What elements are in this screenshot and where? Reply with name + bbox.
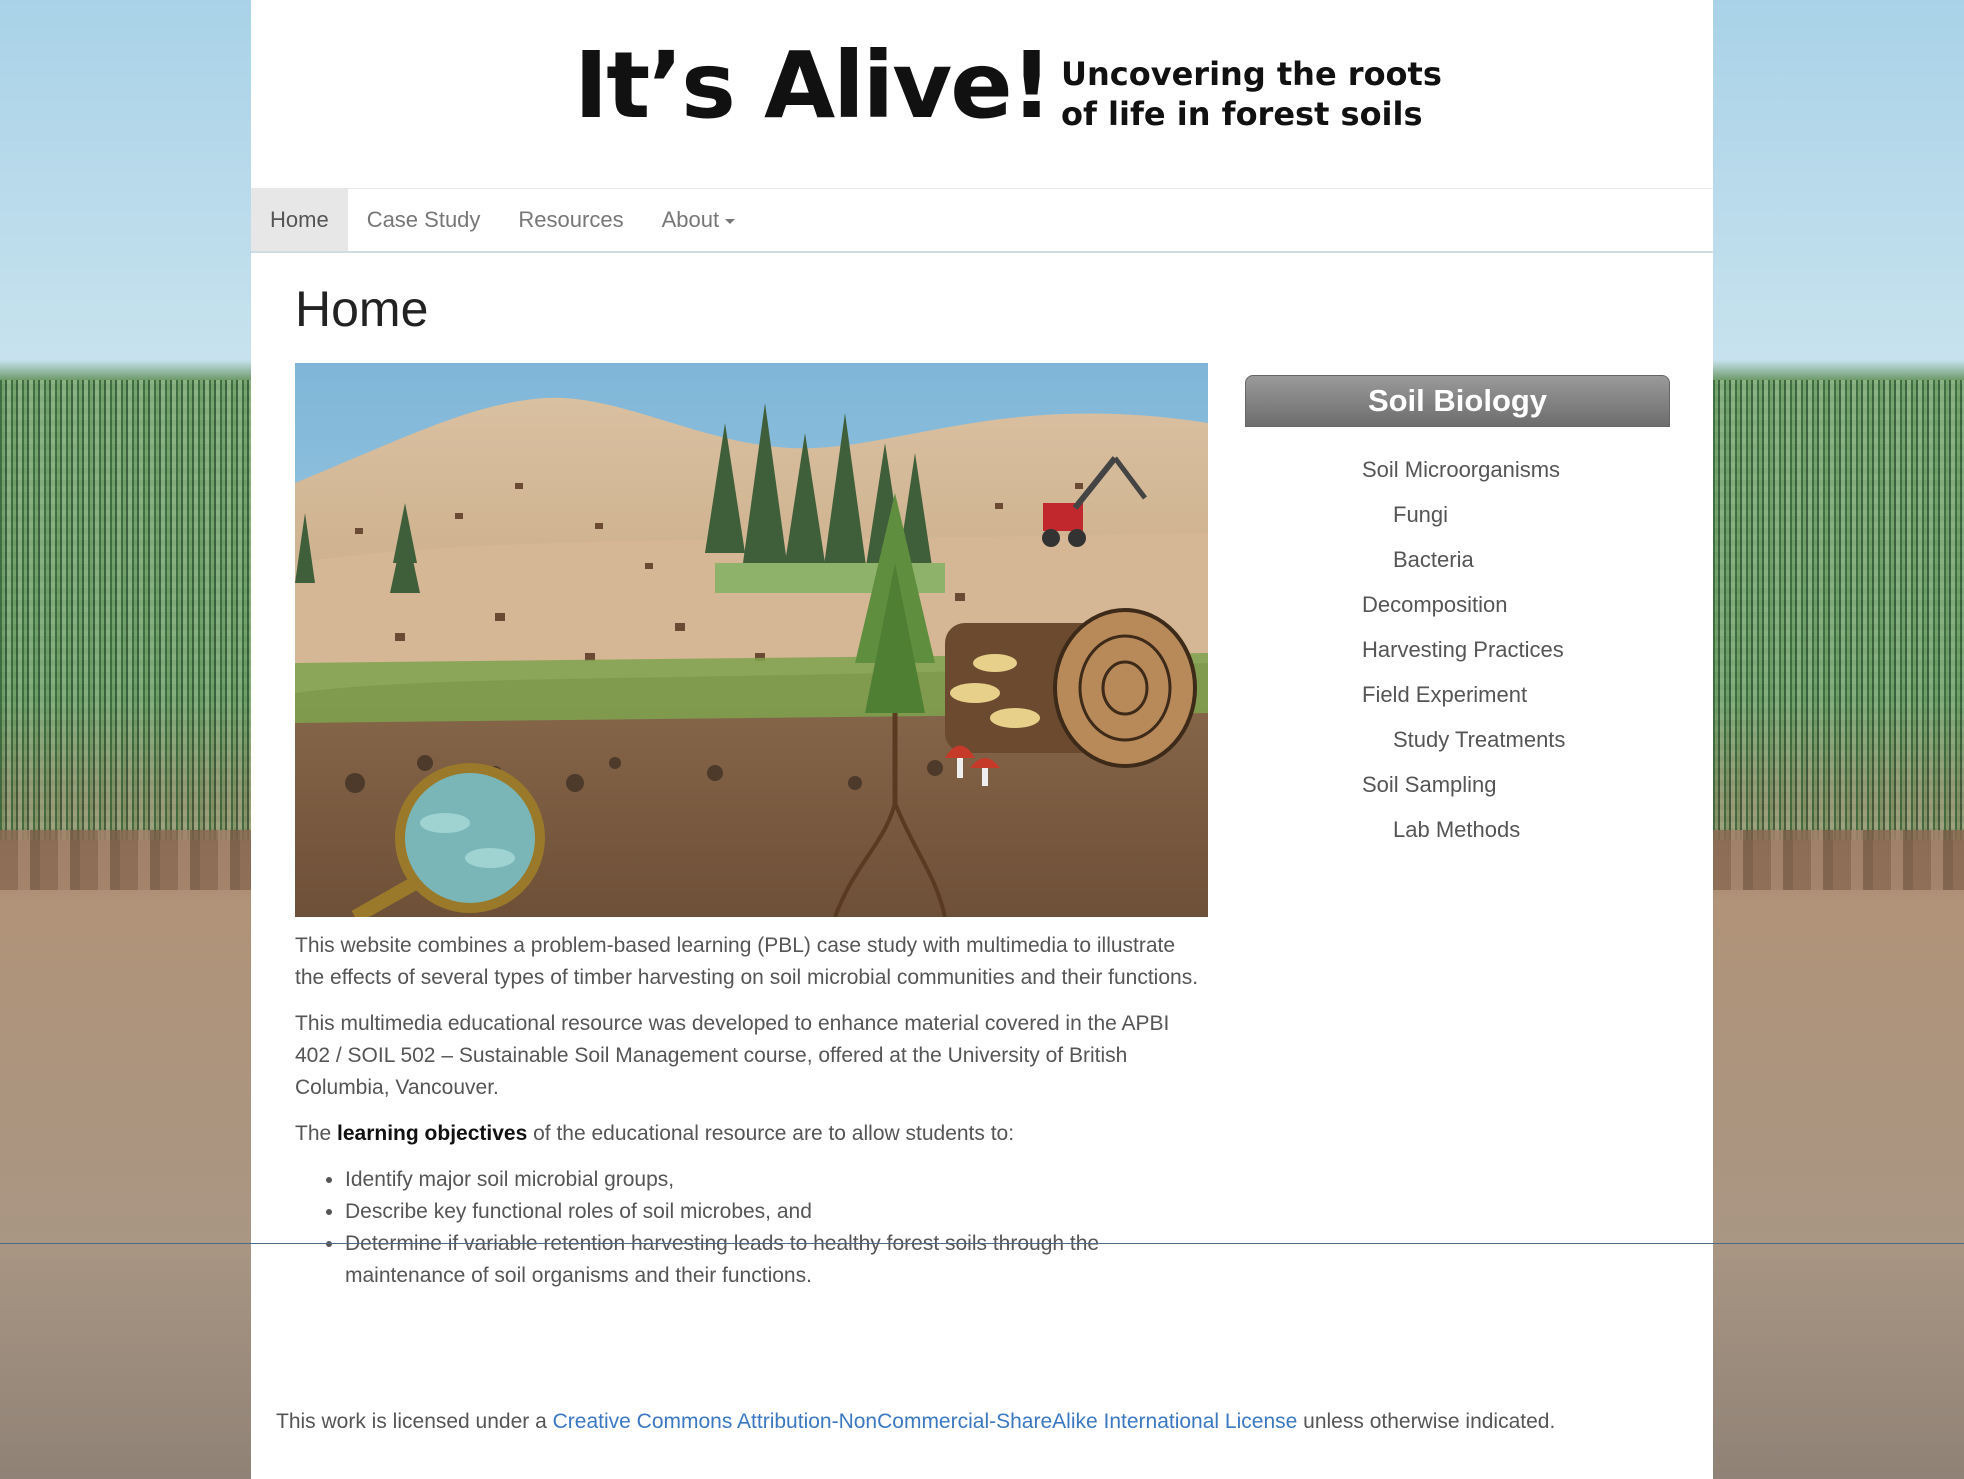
site-tagline: Uncovering the roots of life in forest s…	[1061, 54, 1442, 134]
intro-paragraph: This website combines a problem-based le…	[295, 934, 1199, 989]
sidebar-menu: Soil Microorganisms Fungi Bacteria Decom…	[1245, 447, 1670, 852]
list-item: Describe key functional roles of soil mi…	[345, 1196, 1208, 1228]
nav-resources[interactable]: Resources	[499, 189, 642, 251]
sidebar-item-bacteria[interactable]: Bacteria	[1362, 537, 1670, 582]
sidebar-header: Soil Biology	[1245, 375, 1670, 427]
sidebar-item-fungi[interactable]: Fungi	[1362, 492, 1670, 537]
sidebar-item-soil-microorganisms[interactable]: Soil Microorganisms	[1362, 447, 1670, 492]
main-content: This website combines a problem-based le…	[295, 930, 1208, 1292]
fallen-log	[945, 608, 1197, 768]
main-navbar: Home Case Study Resources About	[251, 189, 1713, 253]
license-prefix: This work is licensed under a	[276, 1410, 547, 1433]
sidebar-item-study-treatments[interactable]: Study Treatments	[1362, 717, 1670, 762]
objectives-suffix: of the educational resource are to allow…	[533, 1122, 1015, 1145]
list-item: Determine if variable retention harvesti…	[345, 1228, 1208, 1292]
objectives-bold: learning objectives	[337, 1122, 528, 1145]
page-container: It’s Alive! Uncovering the roots of life…	[251, 0, 1713, 1479]
license-footer: This work is licensed under a Creative C…	[276, 1410, 1555, 1434]
horizontal-divider-line	[0, 1243, 1964, 1244]
license-suffix: unless otherwise indicated.	[1303, 1410, 1556, 1433]
sidebar-item-lab-methods[interactable]: Lab Methods	[1362, 807, 1670, 852]
page-title: Home	[295, 281, 429, 337]
background-soil-left	[0, 830, 251, 890]
background-forest-left	[0, 380, 251, 840]
sidebar-item-soil-sampling[interactable]: Soil Sampling	[1362, 762, 1670, 807]
caret-down-icon	[725, 218, 736, 224]
sidebar-item-decomposition[interactable]: Decomposition	[1362, 582, 1670, 627]
background-forest-right	[1713, 380, 1964, 840]
site-title: It’s Alive!	[574, 32, 1053, 139]
nav-about-dropdown[interactable]: About	[643, 189, 755, 251]
sidebar-item-field-experiment[interactable]: Field Experiment	[1362, 672, 1670, 717]
nav-about-label: About	[661, 207, 720, 232]
license-link[interactable]: Creative Commons Attribution-NonCommerci…	[553, 1410, 1298, 1433]
sidebar-item-harvesting-practices[interactable]: Harvesting Practices	[1362, 627, 1670, 672]
background-soil-right	[1713, 830, 1964, 890]
tagline-line-1: Uncovering the roots	[1061, 55, 1442, 93]
list-item: Identify major soil microbial groups,	[345, 1164, 1208, 1196]
nav-home[interactable]: Home	[251, 189, 348, 251]
objectives-list: Identify major soil microbial groups, De…	[295, 1164, 1208, 1292]
site-banner[interactable]: It’s Alive! Uncovering the roots of life…	[251, 0, 1713, 189]
objectives-intro: The learning objectives of the education…	[295, 1118, 1208, 1150]
sidebar-soil-biology: Soil Biology Soil Microorganisms Fungi B…	[1245, 375, 1670, 852]
tagline-line-2: of life in forest soils	[1061, 95, 1423, 133]
forest-soil-illustration	[295, 363, 1208, 917]
objectives-prefix: The	[295, 1122, 332, 1145]
course-paragraph: This multimedia educational resource was…	[295, 1012, 1170, 1099]
nav-case-study[interactable]: Case Study	[348, 189, 500, 251]
hero-illustration	[295, 363, 1208, 917]
